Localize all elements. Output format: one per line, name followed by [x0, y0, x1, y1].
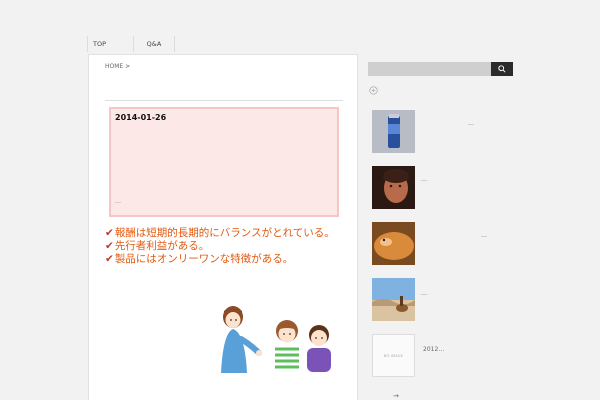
post-more-text[interactable]: … — [115, 198, 121, 205]
sidebar-post-item[interactable]: … — [372, 166, 512, 210]
sidebar-post-title[interactable]: … — [421, 176, 427, 183]
post-card[interactable]: 2014-01-26 … — [109, 107, 339, 217]
post-thumbnail-desert[interactable] — [372, 278, 415, 321]
feature-text: 製品にはオンリーワンな特徴がある。 — [114, 253, 294, 265]
post-thumbnail-bottle[interactable] — [372, 110, 415, 153]
check-icon: ✔ — [105, 240, 114, 252]
feature-item: ✔報酬は短期的長期的にバランスがとれている。 — [105, 227, 335, 240]
main-content: HOME > 2014-01-26 … ✔報酬は短期的長期的にバランスがとれてい… — [88, 54, 358, 400]
breadcrumb-home-link[interactable]: HOME — [105, 63, 123, 70]
sidebar-post-title[interactable]: … — [468, 120, 474, 127]
search-input[interactable] — [368, 62, 492, 76]
post-thumbnail-dog[interactable] — [372, 222, 415, 265]
top-navigation: TOP Q&A — [87, 36, 175, 52]
divider — [105, 100, 343, 101]
check-icon: ✔ — [105, 227, 114, 239]
breadcrumb-separator: > — [125, 63, 131, 70]
sidebar-post-title[interactable]: … — [421, 290, 427, 297]
sidebar-post-item[interactable]: … — [372, 278, 512, 322]
feature-item: ✔製品にはオンリーワンな特徴がある。 — [105, 253, 335, 266]
search-icon — [498, 65, 506, 73]
post-thumbnail-noimage[interactable]: NO IMAGE — [372, 334, 415, 377]
noimage-label: NO IMAGE — [383, 353, 404, 358]
sidebar-post-item[interactable]: NO IMAGE 2012… — [372, 334, 512, 378]
nav-item-top[interactable]: TOP — [87, 36, 133, 52]
sidebar-post-item[interactable]: … — [372, 222, 512, 266]
sidebar-post-title[interactable]: 2012… — [423, 346, 444, 353]
sidebar-post-item[interactable]: … — [372, 110, 512, 154]
feature-item: ✔先行者利益がある。 — [105, 240, 335, 253]
breadcrumb: HOME > — [105, 63, 130, 70]
check-icon: ✔ — [105, 253, 114, 265]
post-date: 2014-01-26 — [115, 113, 167, 122]
search-form — [368, 62, 513, 76]
nav-item-qa[interactable]: Q&A — [133, 36, 175, 52]
feature-list: ✔報酬は短期的長期的にバランスがとれている。 ✔先行者利益がある。 ✔製品にはオ… — [105, 227, 335, 266]
arrow-right-icon[interactable]: → — [393, 392, 399, 400]
search-button[interactable] — [491, 62, 513, 76]
plus-circle-icon[interactable] — [369, 86, 378, 95]
family-illustration — [221, 306, 331, 373]
post-thumbnail-face[interactable] — [372, 166, 415, 209]
sidebar-post-title[interactable]: … — [481, 232, 487, 239]
feature-text: 報酬は短期的長期的にバランスがとれている。 — [114, 227, 335, 239]
feature-text: 先行者利益がある。 — [114, 240, 210, 252]
